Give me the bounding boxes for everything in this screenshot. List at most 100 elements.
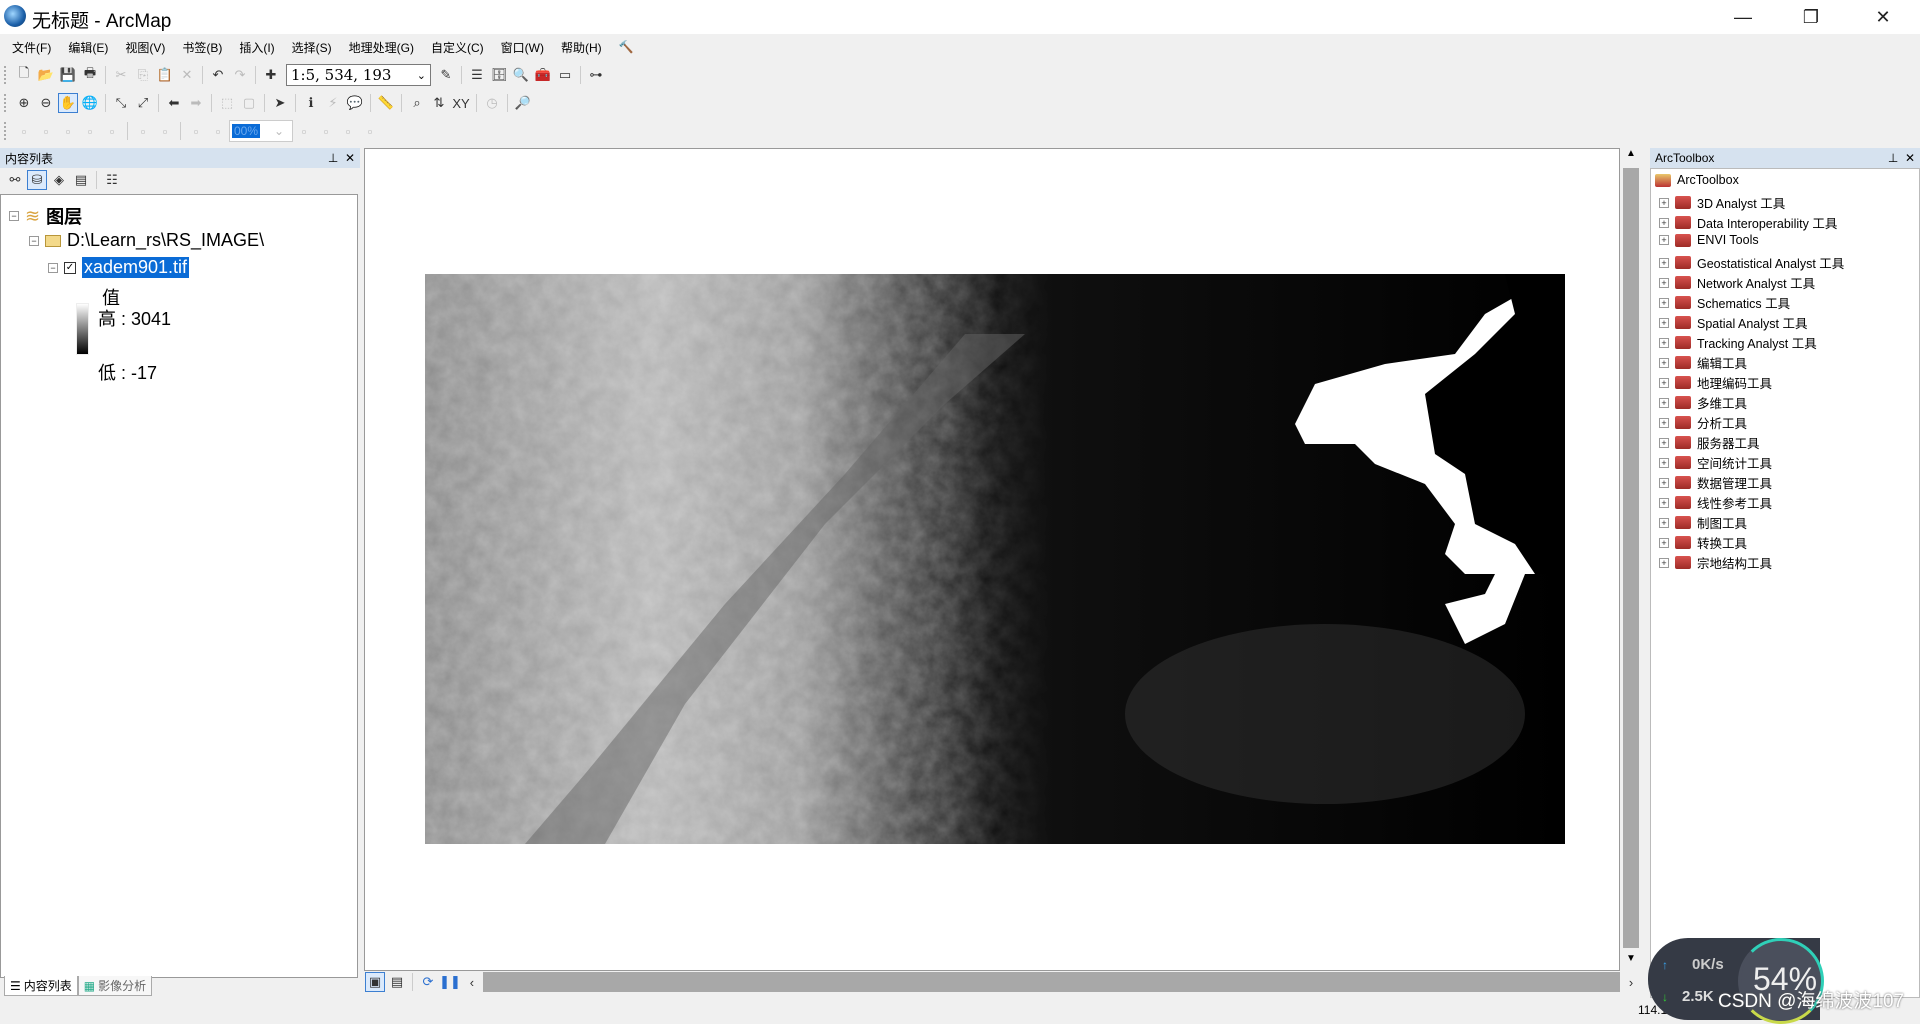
- expand-icon[interactable]: +: [1659, 277, 1669, 288]
- hyperlink-icon[interactable]: ⚡: [323, 93, 343, 113]
- toolbar-grip[interactable]: [4, 94, 9, 112]
- select-features-icon[interactable]: ⬚: [217, 93, 237, 113]
- menu-item[interactable]: 插入(I): [239, 39, 274, 56]
- expand-icon[interactable]: +: [1659, 457, 1669, 468]
- collapse-icon[interactable]: −: [29, 235, 39, 246]
- list-by-source-icon[interactable]: ⛁: [27, 170, 47, 190]
- refresh-icon[interactable]: ⟳: [418, 972, 438, 992]
- goto-xy-icon[interactable]: XY: [451, 93, 471, 113]
- menu-item[interactable]: 自定义(C): [431, 39, 484, 56]
- layout-view-icon[interactable]: ▤: [387, 972, 407, 992]
- list-by-drawing-order-icon[interactable]: ⚯: [5, 170, 25, 190]
- open-icon[interactable]: 📂: [36, 65, 56, 85]
- expand-icon[interactable]: +: [1659, 397, 1669, 408]
- menu-item[interactable]: 地理处理(G): [349, 39, 414, 56]
- editor-icon[interactable]: ✎: [436, 65, 456, 85]
- toolbox-item[interactable]: + 空间统计工具: [1659, 453, 1772, 472]
- back-icon[interactable]: ⬅: [164, 93, 184, 113]
- find-icon[interactable]: ⌕: [407, 93, 427, 113]
- fixed-zoom-in-icon[interactable]: ⤡: [111, 93, 131, 113]
- delete-icon[interactable]: ✕: [177, 65, 197, 85]
- data-driven-pages-icon[interactable]: ▫: [360, 121, 380, 141]
- cut-icon[interactable]: ✂: [111, 65, 131, 85]
- expand-icon[interactable]: +: [1659, 377, 1669, 388]
- expand-icon[interactable]: +: [1659, 217, 1669, 228]
- toolbox-root[interactable]: ArcToolbox: [1655, 173, 1739, 187]
- new-document-icon[interactable]: 🗋: [14, 65, 34, 85]
- layout-pan-icon[interactable]: ▫: [58, 121, 78, 141]
- table-of-contents-icon[interactable]: ☰: [467, 65, 487, 85]
- layout-fixed-out-icon[interactable]: ▫: [155, 121, 175, 141]
- measure-icon[interactable]: 📏: [376, 93, 396, 113]
- close-button[interactable]: ✕: [1860, 0, 1906, 34]
- scroll-down-icon[interactable]: ▼: [1620, 953, 1642, 964]
- vertical-scrollbar[interactable]: ▲ ▼: [1620, 148, 1642, 971]
- change-layout-icon[interactable]: ▫: [338, 121, 358, 141]
- expand-icon[interactable]: +: [1659, 197, 1669, 208]
- layout-zoom-in-icon[interactable]: ▫: [14, 121, 34, 141]
- expand-icon[interactable]: +: [1659, 557, 1669, 568]
- toolbar-grip[interactable]: [4, 66, 9, 84]
- magnifier-icon[interactable]: 🔎: [513, 93, 533, 113]
- scroll-right-icon[interactable]: ›: [1621, 972, 1641, 992]
- time-slider-icon[interactable]: ◷: [482, 93, 502, 113]
- select-elements-icon[interactable]: ➤: [270, 93, 290, 113]
- catalog-icon[interactable]: 🗄: [489, 65, 509, 85]
- map-view[interactable]: [364, 148, 1620, 971]
- expand-icon[interactable]: +: [1659, 477, 1669, 488]
- layout-zoom-dropdown[interactable]: 00% ⌄: [229, 120, 293, 142]
- toolbox-item[interactable]: + 分析工具: [1659, 413, 1747, 432]
- menu-item[interactable]: 书签(B): [182, 39, 222, 56]
- copy-icon[interactable]: ⎘: [133, 65, 153, 85]
- pin-icon[interactable]: ⊥: [328, 151, 338, 165]
- layer-node[interactable]: − ✓ xadem901.tif: [48, 257, 190, 278]
- menu-item[interactable]: 窗口(W): [501, 39, 544, 56]
- expand-icon[interactable]: +: [1659, 257, 1669, 268]
- print-icon[interactable]: 🖶: [80, 65, 100, 85]
- expand-icon[interactable]: +: [1659, 497, 1669, 508]
- expand-icon[interactable]: +: [1659, 517, 1669, 528]
- fixed-zoom-out-icon[interactable]: ⤢: [133, 93, 153, 113]
- menu-item[interactable]: 帮助(H): [561, 39, 602, 56]
- expand-icon[interactable]: +: [1659, 317, 1669, 328]
- expand-icon[interactable]: +: [1659, 537, 1669, 548]
- toc-close-icon[interactable]: ✕: [345, 151, 355, 165]
- toolbox-item[interactable]: + 转换工具: [1659, 533, 1747, 552]
- collapse-icon[interactable]: −: [48, 262, 58, 273]
- toolbox-item[interactable]: + Network Analyst 工具: [1659, 273, 1815, 292]
- layout-back-icon[interactable]: ▫: [186, 121, 206, 141]
- list-by-selection-icon[interactable]: ▤: [71, 170, 91, 190]
- redo-icon[interactable]: ↷: [230, 65, 250, 85]
- toggle-draft-icon[interactable]: ▫: [294, 121, 314, 141]
- collapse-icon[interactable]: −: [9, 211, 19, 221]
- toolbox-item[interactable]: +3D Analyst 工具: [1659, 193, 1785, 212]
- identify-icon[interactable]: ℹ: [301, 93, 321, 113]
- clear-selection-icon[interactable]: ▢: [239, 93, 259, 113]
- pause-drawing-icon[interactable]: ❚❚: [439, 972, 461, 992]
- toolbox-item[interactable]: + Geostatistical Analyst 工具: [1659, 253, 1844, 272]
- undo-icon[interactable]: ↶: [208, 65, 228, 85]
- toolbox-item[interactable]: + ENVI Tools: [1659, 233, 1759, 247]
- data-view-icon[interactable]: ▣: [365, 972, 385, 992]
- layout-full-icon[interactable]: ▫: [80, 121, 100, 141]
- tab-toc[interactable]: ☰ 内容列表: [4, 976, 78, 996]
- paste-icon[interactable]: 📋: [155, 65, 175, 85]
- search-window-icon[interactable]: 🔍: [511, 65, 531, 85]
- list-by-visibility-icon[interactable]: ◈: [49, 170, 69, 190]
- html-popup-icon[interactable]: 💬: [345, 93, 365, 113]
- toolbox-item[interactable]: + 制图工具: [1659, 513, 1747, 532]
- arctoolbox-icon[interactable]: 🧰: [533, 65, 553, 85]
- pin-icon[interactable]: ⊥: [1888, 151, 1898, 165]
- toolbox-item[interactable]: + 线性参考工具: [1659, 493, 1772, 512]
- layout-zoom-out-icon[interactable]: ▫: [36, 121, 56, 141]
- zoom-in-icon[interactable]: ⊕: [14, 93, 34, 113]
- toolbox-item[interactable]: + 地理编码工具: [1659, 373, 1772, 392]
- hammer-icon[interactable]: 🔨: [619, 40, 634, 54]
- layer-visibility-checkbox[interactable]: ✓: [64, 261, 76, 274]
- zoom-out-icon[interactable]: ⊖: [36, 93, 56, 113]
- focus-data-frame-icon[interactable]: ▫: [316, 121, 336, 141]
- toolbox-item[interactable]: + 数据管理工具: [1659, 473, 1772, 492]
- toolbox-item[interactable]: + 服务器工具: [1659, 433, 1760, 452]
- layout-forward-icon[interactable]: ▫: [208, 121, 228, 141]
- layout-fixed-in-icon[interactable]: ▫: [133, 121, 153, 141]
